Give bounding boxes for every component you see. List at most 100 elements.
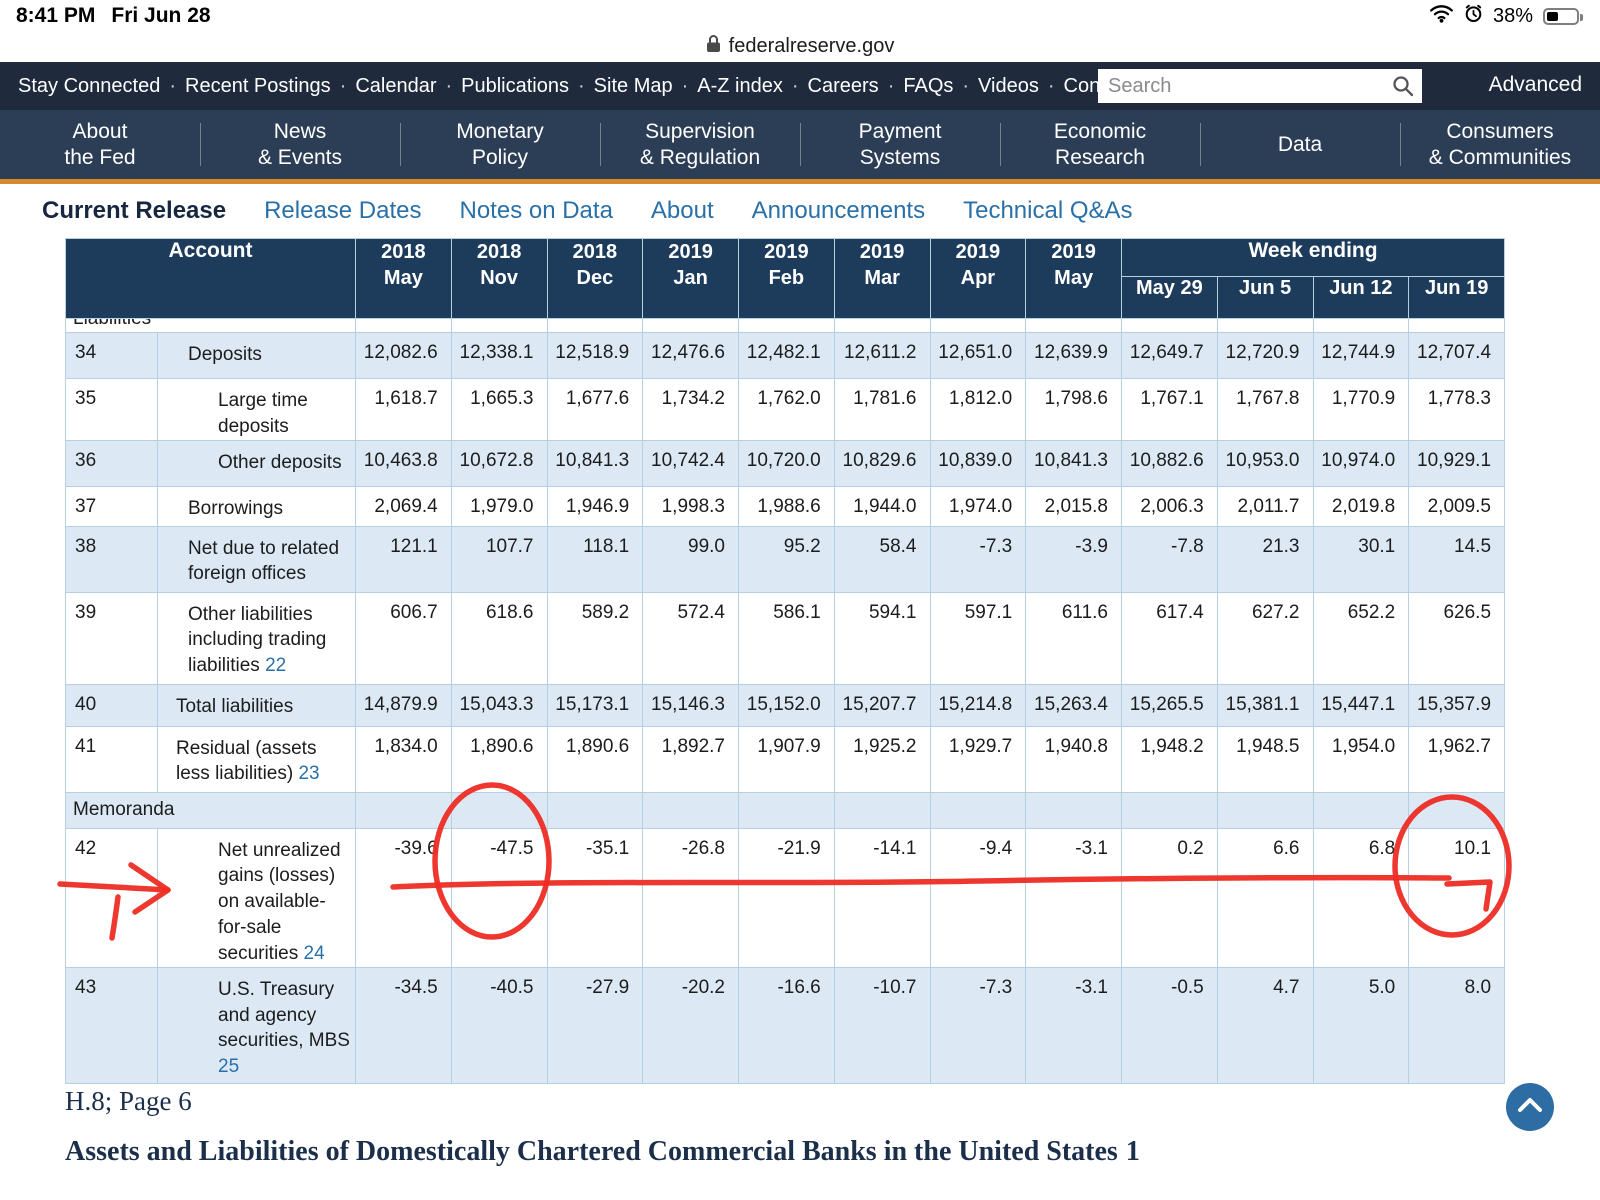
data-cell: 1,618.7 bbox=[355, 378, 452, 441]
clipped-cell bbox=[450, 318, 548, 333]
row-label-cell: Other liabilities including trading liab… bbox=[157, 591, 356, 685]
main-nav-item[interactable]: Payment Systems bbox=[800, 110, 1000, 179]
data-cell: 1,767.1 bbox=[1121, 378, 1218, 441]
data-cell: 15,357.9 bbox=[1408, 683, 1506, 727]
data-cell: -21.9 bbox=[738, 827, 835, 968]
data-cell: 1,890.6 bbox=[546, 725, 644, 793]
data-cell: 12,744.9 bbox=[1312, 332, 1410, 379]
main-nav-item[interactable]: Consumers & Communities bbox=[1400, 110, 1600, 179]
main-nav-item[interactable]: News & Events bbox=[200, 110, 400, 179]
scroll-to-top-button[interactable] bbox=[1506, 1083, 1554, 1131]
row-number-cell: 35 bbox=[65, 378, 158, 441]
data-cell: 1,665.3 bbox=[450, 378, 548, 441]
data-cell: -26.8 bbox=[642, 827, 739, 968]
data-cell: 618.6 bbox=[450, 591, 548, 685]
data-cell: 2,006.3 bbox=[1121, 485, 1218, 527]
column-header-month: 2019 May bbox=[1025, 238, 1122, 319]
sub-nav-item[interactable]: Announcements bbox=[752, 197, 925, 225]
utility-nav-item[interactable]: Stay Connected bbox=[18, 75, 160, 98]
data-cell: 12,707.4 bbox=[1408, 332, 1506, 379]
data-cell: 12,639.9 bbox=[1025, 332, 1122, 379]
data-cell: 2,069.4 bbox=[355, 485, 452, 527]
data-cell: 30.1 bbox=[1312, 525, 1410, 593]
footnote-link[interactable]: 22 bbox=[265, 655, 286, 676]
search-input[interactable] bbox=[1098, 74, 1384, 98]
utility-nav-item[interactable]: FAQs bbox=[903, 75, 953, 98]
sub-nav-item[interactable]: Release Dates bbox=[264, 197, 421, 225]
data-cell: 10,841.3 bbox=[546, 439, 644, 487]
data-cell: -34.5 bbox=[355, 966, 452, 1084]
data-cell: 10,839.0 bbox=[929, 439, 1027, 487]
row-number-cell: 42 bbox=[65, 827, 158, 968]
chevron-up-icon bbox=[1517, 1097, 1543, 1118]
status-bar: 8:41 PM Fri Jun 28 38% bbox=[0, 0, 1600, 30]
utility-nav-item[interactable]: Recent Postings bbox=[185, 75, 331, 98]
data-cell: 1,778.3 bbox=[1408, 378, 1506, 441]
nav-separator: · bbox=[791, 74, 799, 97]
utility-nav: Stay Connected · Recent Postings · Calendar ·… bbox=[0, 62, 1600, 110]
header-row-1: Account 2018 May 2018 Nov 2018 Dec 2019 Jan 2019 F… bbox=[65, 238, 1506, 319]
data-cell: 6.8 bbox=[1312, 827, 1410, 968]
footnote-link[interactable]: 23 bbox=[298, 763, 319, 784]
data-cell: 121.1 bbox=[355, 525, 452, 593]
sub-nav-item[interactable]: Current Release bbox=[42, 197, 226, 225]
utility-nav-item[interactable]: A-Z index bbox=[697, 75, 783, 98]
footnote-link[interactable]: 24 bbox=[304, 943, 325, 964]
data-cell: 0.2 bbox=[1121, 827, 1218, 968]
data-cell: 611.6 bbox=[1025, 591, 1122, 685]
search-icon[interactable] bbox=[1384, 69, 1422, 103]
document-title-footnote[interactable]: 1 bbox=[1126, 1136, 1140, 1167]
utility-nav-item[interactable]: Careers bbox=[808, 75, 879, 98]
main-nav-item[interactable]: Supervision & Regulation bbox=[600, 110, 800, 179]
data-cell: -9.4 bbox=[929, 827, 1027, 968]
utility-nav-item[interactable]: Videos bbox=[978, 75, 1039, 98]
row-number-cell: 39 bbox=[65, 591, 158, 685]
footnote-link[interactable]: 25 bbox=[218, 1056, 239, 1077]
utility-nav-item[interactable]: Site Map bbox=[594, 75, 673, 98]
main-nav-item[interactable]: About the Fed bbox=[0, 110, 200, 179]
sub-nav-item[interactable]: Technical Q&As bbox=[963, 197, 1132, 225]
url-bar[interactable]: federalreserve.gov bbox=[0, 30, 1600, 62]
sub-nav-item[interactable]: Notes on Data bbox=[460, 197, 613, 225]
nav-separator: · bbox=[578, 74, 585, 97]
row-number-cell: 37 bbox=[65, 485, 158, 527]
data-cell: 10,841.3 bbox=[1025, 439, 1122, 487]
data-cell: 1,948.2 bbox=[1121, 725, 1218, 793]
data-cell: 1,798.6 bbox=[1025, 378, 1122, 441]
data-cell: 15,381.1 bbox=[1216, 683, 1314, 727]
empty-cell bbox=[355, 791, 452, 829]
status-date: Fri Jun 28 bbox=[111, 4, 211, 27]
data-cell: 15,146.3 bbox=[642, 683, 739, 727]
data-cell: 4.7 bbox=[1216, 966, 1314, 1084]
sub-nav-item[interactable]: About bbox=[651, 197, 714, 225]
data-cell: -39.6 bbox=[355, 827, 452, 968]
data-cell: -16.6 bbox=[738, 966, 835, 1084]
utility-nav-item[interactable]: Calendar bbox=[355, 75, 436, 98]
advanced-search-link[interactable]: Advanced bbox=[1489, 73, 1582, 97]
data-cell: 10,672.8 bbox=[450, 439, 548, 487]
utility-nav-items: Stay Connected · Recent Postings · Calendar ·… bbox=[18, 75, 1132, 98]
utility-nav-item[interactable]: Publications bbox=[461, 75, 569, 98]
empty-cell bbox=[929, 791, 1027, 829]
column-header-month: 2018 Dec bbox=[546, 238, 644, 319]
data-cell: 12,611.2 bbox=[833, 332, 931, 379]
main-nav-item[interactable]: Monetary Policy bbox=[400, 110, 600, 179]
clipped-cell bbox=[738, 318, 835, 333]
data-cell: -35.1 bbox=[546, 827, 644, 968]
row-number-cell: 40 bbox=[65, 683, 158, 727]
clipped-cell bbox=[1408, 318, 1506, 333]
column-header-month: 2019 Feb bbox=[738, 238, 835, 319]
data-cell: 1,974.0 bbox=[929, 485, 1027, 527]
main-nav-item[interactable]: Data bbox=[1200, 110, 1400, 179]
clipped-cell bbox=[833, 318, 931, 333]
data-cell: 2,011.7 bbox=[1216, 485, 1314, 527]
data-cell: 1,925.2 bbox=[833, 725, 931, 793]
data-cell: 6.6 bbox=[1216, 827, 1314, 968]
column-header-date: Jun 19 bbox=[1408, 276, 1506, 319]
data-cell: 58.4 bbox=[833, 525, 931, 593]
data-cell: 12,720.9 bbox=[1216, 332, 1314, 379]
data-cell: -27.9 bbox=[546, 966, 644, 1084]
column-header-date: May 29 bbox=[1121, 276, 1218, 319]
main-nav-item[interactable]: Economic Research bbox=[1000, 110, 1200, 179]
data-cell: 12,476.6 bbox=[642, 332, 739, 379]
